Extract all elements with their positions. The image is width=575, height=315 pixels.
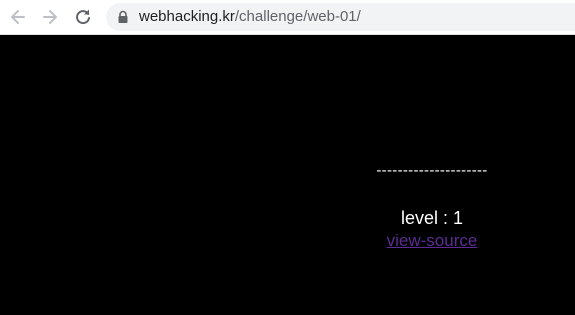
- reload-button[interactable]: [71, 6, 95, 28]
- view-source-container: view-source: [356, 231, 508, 251]
- forward-button[interactable]: [38, 6, 62, 28]
- url-path: /challenge/web-01/: [234, 8, 361, 25]
- view-source-link[interactable]: view-source: [387, 231, 478, 250]
- page-content: --------------------- level : 1 view-sou…: [0, 35, 575, 315]
- url-text[interactable]: webhacking.kr/challenge/web-01/: [139, 8, 361, 26]
- reload-icon: [76, 9, 90, 25]
- back-button[interactable]: [6, 6, 30, 28]
- browser-toolbar: webhacking.kr/challenge/web-01/: [0, 0, 575, 35]
- lock-icon[interactable]: [117, 10, 129, 24]
- level-text: level : 1: [400, 208, 464, 228]
- address-bar[interactable]: webhacking.kr/challenge/web-01/: [106, 3, 575, 31]
- back-arrow-icon: [11, 10, 25, 24]
- url-host: webhacking.kr: [139, 8, 235, 25]
- separator-line: ---------------------: [376, 162, 488, 179]
- forward-arrow-icon: [43, 10, 57, 24]
